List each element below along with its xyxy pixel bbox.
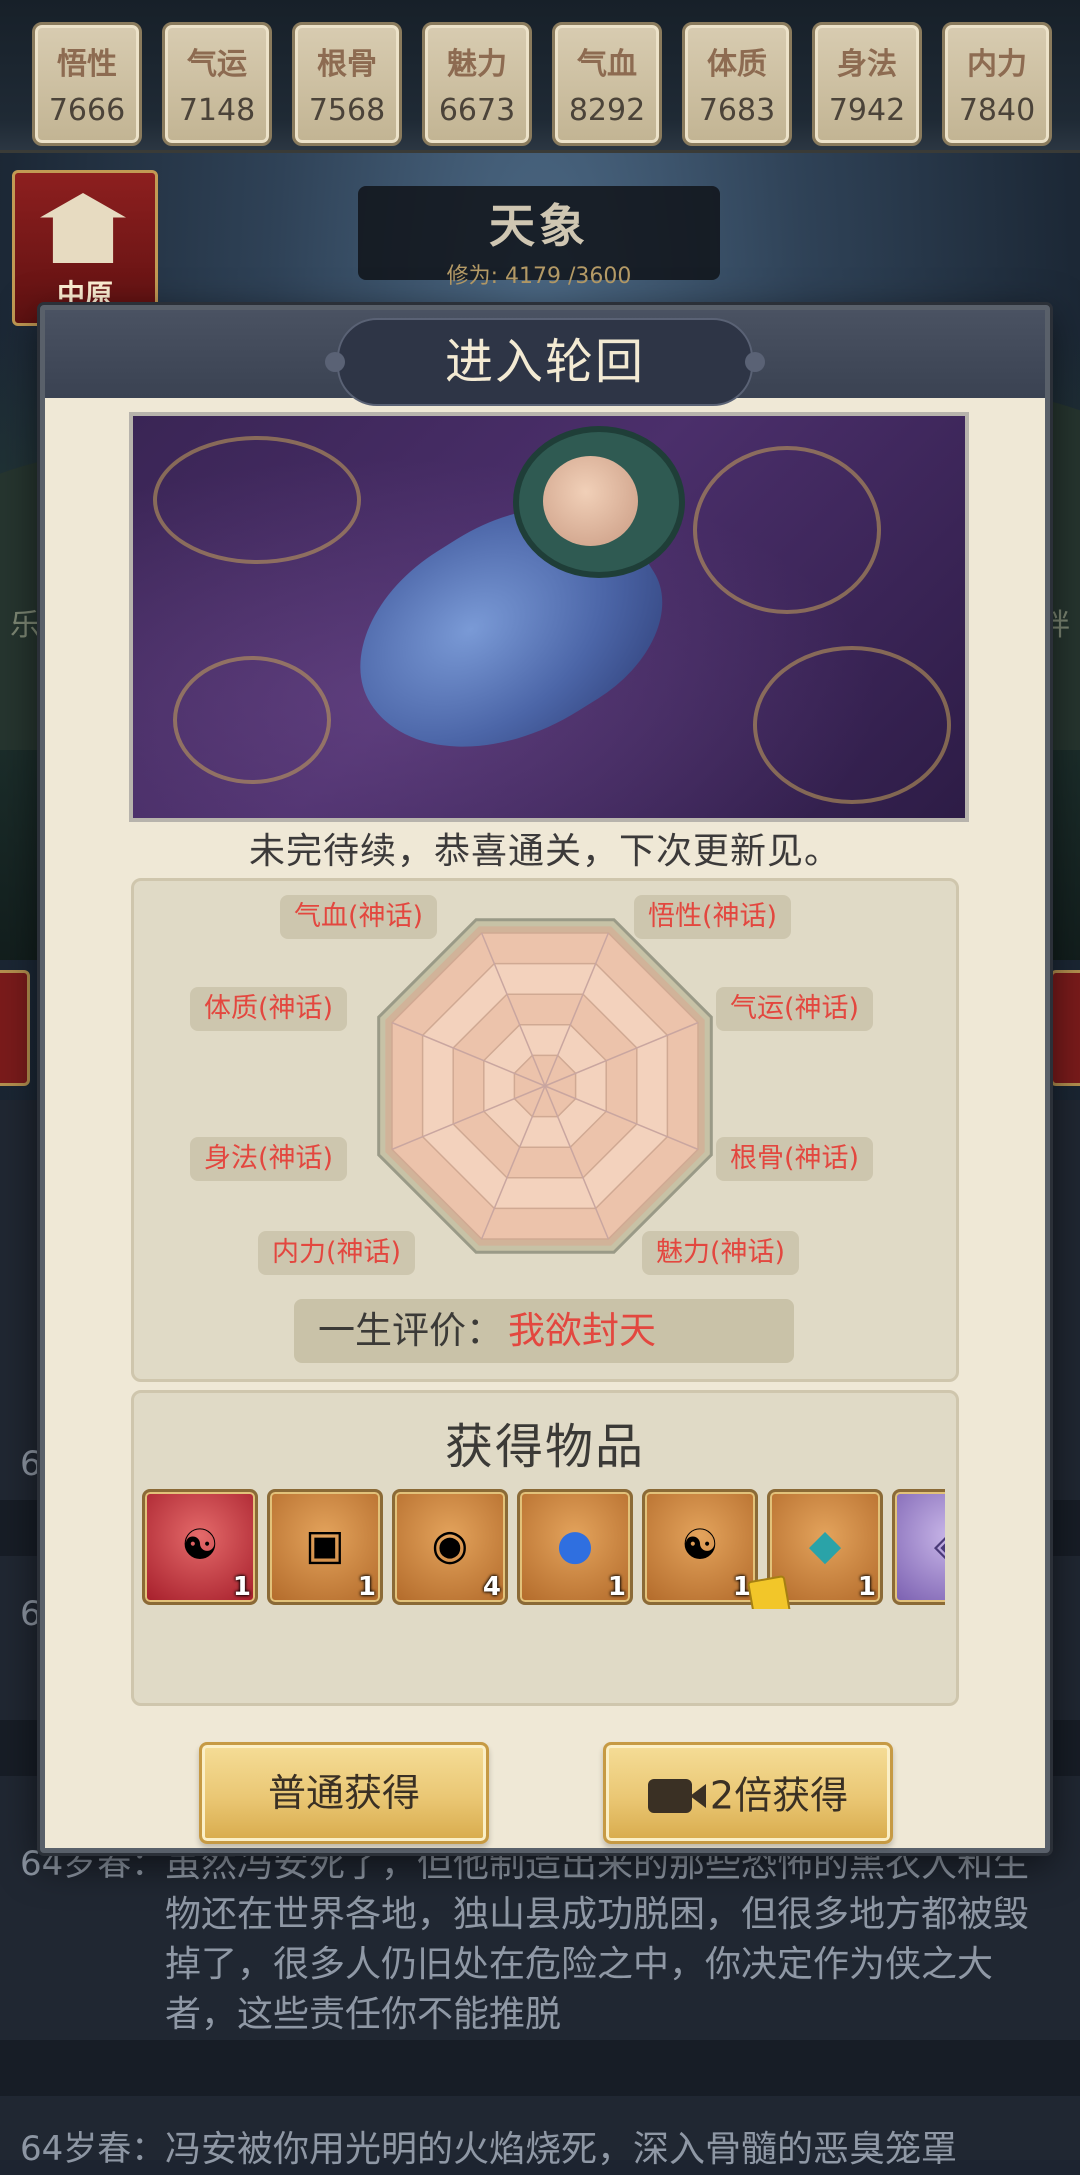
stat-card: 气运 7148 (162, 22, 272, 146)
stat-value: 7666 (48, 93, 126, 128)
talisman-scroll-icon: ☯ (181, 1520, 219, 1569)
reward-item[interactable]: ◈ (892, 1489, 945, 1605)
rewards-list[interactable]: ☯ 1 ▣ 1 ◉ 4 ● 1 ☯ 1 ◆ 1 (142, 1489, 945, 1609)
reward-item[interactable]: ◆ 1 (746, 1489, 883, 1609)
talisman-scroll-icon: ☯ (681, 1520, 719, 1569)
stat-value: 7840 (958, 93, 1036, 128)
reward-item[interactable]: ▣ 1 (267, 1489, 383, 1605)
stat-value: 7568 (308, 93, 386, 128)
newborn-baby-illustration (129, 412, 969, 822)
title-plate: 进入轮回 (325, 318, 765, 406)
log-entry-text: 冯安被你用光明的火焰烧死，深入骨髓的恶臭笼罩 (165, 2129, 958, 2170)
blue-flame-egg-icon: ● (556, 1520, 594, 1569)
item-count: 1 (357, 1572, 376, 1602)
stat-value: 6673 (438, 93, 516, 128)
item-count: 4 (482, 1572, 501, 1602)
double-claim-button[interactable]: 2倍获得 (603, 1742, 893, 1844)
stat-name: 身法 (837, 47, 897, 82)
realm-name: 天象 (489, 199, 589, 253)
right-side-button[interactable] (1050, 970, 1080, 1086)
normal-claim-button[interactable]: 普通获得 (199, 1742, 489, 1844)
stat-name: 气血 (577, 47, 637, 82)
attribute-tag: 魅力(神话) (642, 1231, 800, 1275)
attribute-tag: 身法(神话) (190, 1137, 348, 1181)
double-claim-label: 2倍获得 (709, 1773, 849, 1818)
treasure-chest-icon: ▣ (305, 1520, 345, 1569)
rewards-title: 获得物品 (444, 1419, 645, 1475)
rewards-card: 获得物品 ☯ 1 ▣ 1 ◉ 4 ● 1 ☯ 1 ◆ 1 (131, 1390, 959, 1706)
log-age: 64岁春： (20, 2129, 166, 2169)
reward-item[interactable]: ☯ 1 (142, 1489, 258, 1605)
stat-name: 悟性 (57, 47, 117, 82)
stat-name: 魅力 (447, 47, 507, 82)
attribute-stat-bar: 悟性 7666 气运 7148 根骨 7568 魅力 6673 气血 8292 … (0, 0, 1080, 153)
stat-name: 体质 (707, 47, 767, 82)
dialog-header: 进入轮回 (45, 310, 1045, 406)
log-entry-text: 虽然冯安死了，但他制造出来的那些恐怖的黑衣人和生物还在世界各地，独山县成功脱困，… (165, 1844, 1030, 2035)
city-badge-button[interactable]: 中原 (12, 170, 158, 326)
attribute-tag: 内力(神话) (258, 1231, 416, 1275)
bronze-orb-icon: ◉ (431, 1520, 469, 1569)
jade-armor-fragment-icon: ◆ (808, 1520, 842, 1569)
stat-card: 身法 7942 (812, 22, 922, 146)
left-edge-fragment: 乐 (10, 608, 40, 643)
normal-claim-label: 普通获得 (267, 1771, 420, 1815)
fragment-badge-icon (746, 1574, 792, 1609)
reincarnation-dialog: 进入轮回 未完待续，恭喜通关，下次更新见。 气血(神话) 悟性(神话) 体质(神… (40, 305, 1050, 1853)
completion-message: 未完待续，恭喜通关，下次更新见。 (248, 831, 841, 872)
stat-card: 根骨 7568 (292, 22, 402, 146)
attribute-tag: 悟性(神话) (634, 895, 792, 939)
attribute-tag: 体质(神话) (190, 987, 348, 1031)
attribute-tag: 气血(神话) (280, 895, 438, 939)
stat-card: 气血 8292 (552, 22, 662, 146)
stat-card: 内力 7840 (942, 22, 1052, 146)
item-count: 1 (857, 1572, 876, 1602)
cultivation-progress: 修为: 4179 /3600 (446, 264, 632, 289)
item-count: 1 (607, 1572, 626, 1602)
palace-icon (40, 193, 126, 263)
stat-value: 7942 (828, 93, 906, 128)
stat-card: 体质 7683 (682, 22, 792, 146)
evaluation-value: 我欲封天 (508, 1309, 656, 1352)
realm-panel: 天象 修为: 4179 /3600 (358, 186, 720, 289)
item-count: 1 (232, 1572, 251, 1602)
attribute-tag: 根骨(神话) (716, 1137, 874, 1181)
stat-card: 魅力 6673 (422, 22, 532, 146)
stat-name: 内力 (967, 47, 1027, 82)
stat-card: 悟性 7666 (32, 22, 142, 146)
stat-name: 根骨 (317, 47, 377, 82)
dialog-title: 进入轮回 (444, 334, 645, 390)
reward-item[interactable]: ☯ 1 (642, 1489, 758, 1605)
video-camera-icon (647, 1778, 706, 1813)
stat-value: 7683 (698, 93, 776, 128)
stat-name: 气运 (187, 47, 247, 82)
armor-icon: ◈ (915, 1510, 945, 1580)
reward-item[interactable]: ◉ 4 (392, 1489, 508, 1605)
evaluation-label: 一生评价： (318, 1309, 503, 1352)
left-side-button[interactable] (0, 970, 30, 1086)
reward-item[interactable]: ● 1 (517, 1489, 633, 1605)
stat-value: 7148 (178, 93, 256, 128)
attribute-tag: 气运(神话) (716, 987, 874, 1031)
stat-value: 8292 (568, 93, 646, 128)
life-evaluation-bar: 一生评价： 我欲封天 (294, 1299, 794, 1363)
attribute-radar-card: 气血(神话) 悟性(神话) 体质(神话) 气运(神话) 身法(神话) 根骨(神话… (131, 878, 959, 1382)
